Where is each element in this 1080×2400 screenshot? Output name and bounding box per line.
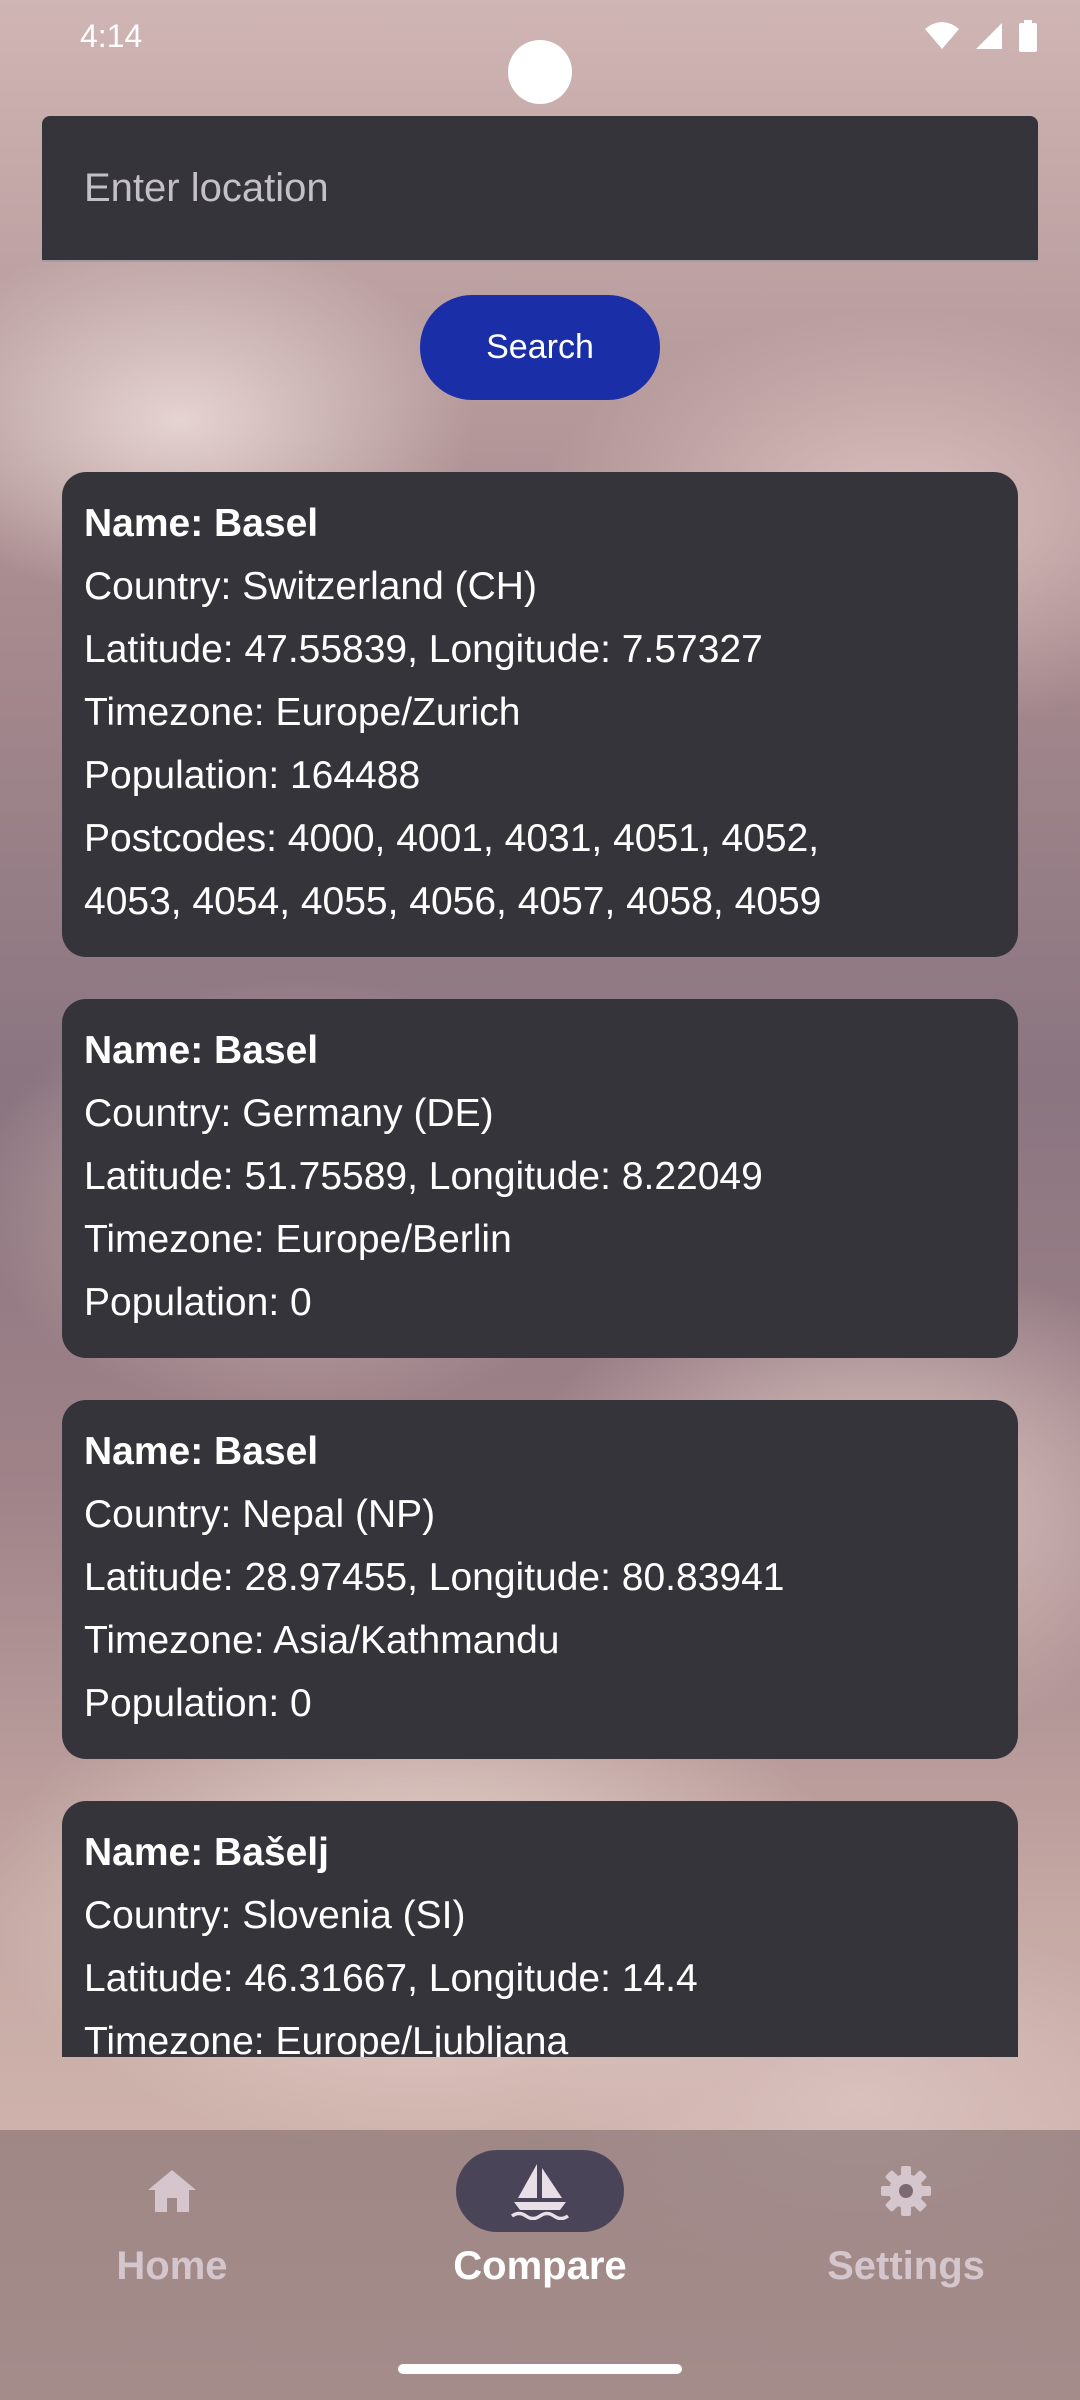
result-population: Population: 164488 [84,754,421,797]
location-input[interactable] [84,165,996,211]
search-button[interactable]: Search [420,295,660,400]
results-list[interactable]: Name: Basel Country: Switzerland (CH) La… [62,472,1018,2057]
signal-icon [976,23,1002,49]
result-timezone: Timezone: Europe/Zurich [84,691,521,734]
nav-item-home[interactable]: Home [22,2150,322,2330]
result-card: Name: Basel Country: Nepal (NP) Latitude… [62,1400,1018,1759]
nav-label-settings: Settings [827,2244,985,2288]
result-timezone: Timezone: Asia/Kathmandu [84,1619,560,1662]
result-country: Country: Slovenia (SI) [84,1894,466,1937]
result-name: Name: Bašelj [84,1831,329,1874]
wifi-icon [925,22,959,49]
sailboat-icon [510,2164,570,2220]
home-icon [148,2170,196,2212]
location-field[interactable] [42,116,1038,262]
result-coordinates: Latitude: 28.97455, Longitude: 80.83941 [84,1556,785,1599]
result-name: Name: Basel [84,1430,319,1473]
result-card: Name: Bašelj Country: Slovenia (SI) Lati… [62,1801,1018,2057]
nav-pill-settings [822,2150,990,2232]
result-coordinates: Latitude: 47.55839, Longitude: 7.57327 [84,628,763,671]
result-coordinates: Latitude: 46.31667, Longitude: 14.4 [84,1957,698,2000]
result-population: Population: 0 [84,1281,312,1324]
home-indicator[interactable] [398,2364,682,2374]
result-postcodes-continued: 4053, 4054, 4055, 4056, 4057, 4058, 4059 [84,880,822,923]
result-country: Country: Switzerland (CH) [84,565,537,608]
result-card: Name: Basel Country: Germany (DE) Latitu… [62,999,1018,1358]
result-name: Name: Basel [84,502,319,545]
result-timezone: Timezone: Europe/Ljubljana [84,2020,569,2057]
battery-icon [1019,20,1037,52]
gear-icon [881,2166,931,2216]
result-country: Country: Germany (DE) [84,1092,494,1135]
bottom-navigation: Home Compare Settings [0,2130,1080,2400]
status-icons [924,20,1038,52]
result-postcodes: Postcodes: 4000, 4001, 4031, 4051, 4052, [84,817,820,860]
nav-pill-compare [456,2150,624,2232]
nav-label-home: Home [116,2244,228,2288]
result-name: Name: Basel [84,1029,319,1072]
result-card: Name: Basel Country: Switzerland (CH) La… [62,472,1018,957]
nav-item-settings[interactable]: Settings [756,2150,1056,2330]
result-country: Country: Nepal (NP) [84,1493,436,1536]
result-timezone: Timezone: Europe/Berlin [84,1218,512,1261]
nav-pill-home [88,2150,256,2232]
nav-label-compare: Compare [453,2244,627,2288]
status-time: 4:14 [80,17,143,54]
nav-item-compare[interactable]: Compare [390,2150,690,2330]
result-coordinates: Latitude: 51.75589, Longitude: 8.22049 [84,1155,763,1198]
result-population: Population: 0 [84,1682,312,1725]
camera-cutout [508,40,572,104]
